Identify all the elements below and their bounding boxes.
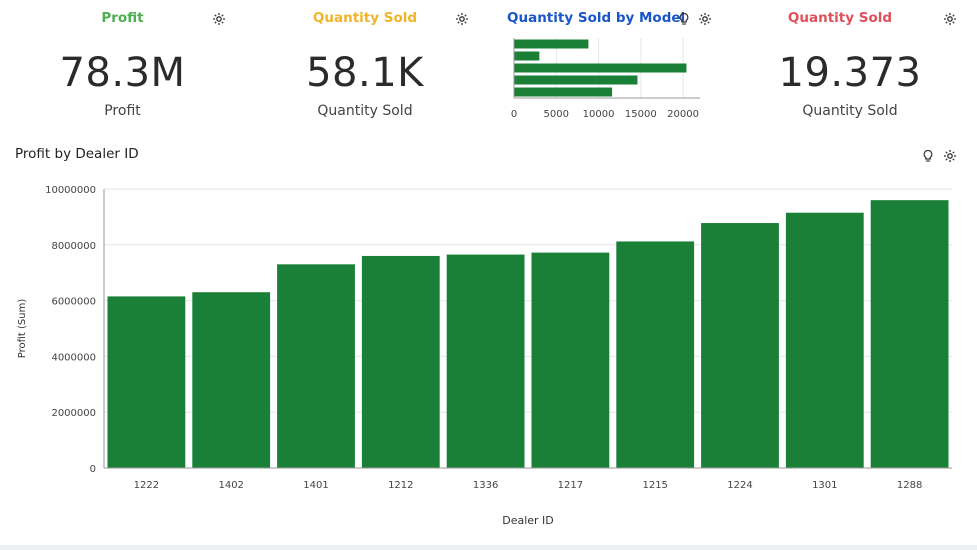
kpi-title: Quantity Sold (787, 10, 893, 26)
kpi-tile-profit: Profit 78.3M Profit (0, 0, 245, 130)
kpi-tile-quantity-sold-2: Quantity Sold 19.373 Quantity Sold (730, 0, 977, 130)
mini-bar (514, 39, 589, 49)
bar (446, 254, 525, 468)
y-tick-label: 6000000 (51, 297, 96, 308)
kpi-value: 19.373 (778, 50, 922, 96)
settings-icon[interactable] (943, 11, 957, 25)
y-axis-label: Profit (Sum) (17, 299, 28, 359)
mini-x-tick-label: 15000 (625, 109, 657, 120)
mini-x-tick-label: 20000 (667, 109, 699, 120)
settings-icon[interactable] (455, 11, 469, 25)
kpi-title: Quantity Sold (312, 10, 418, 26)
lightbulb-icon[interactable] (921, 148, 935, 162)
mini-chart-tile: Quantity Sold by Model 0 5000 10000 15000 20… (490, 0, 730, 130)
mini-x-tick-label: 0 (511, 109, 517, 120)
bar (785, 212, 864, 468)
kpi-title: Profit (101, 10, 144, 26)
x-tick-label: 1288 (897, 480, 922, 491)
y-tick-label: 2000000 (51, 408, 96, 419)
x-tick-label: 1224 (727, 480, 752, 491)
x-axis-label: Dealer ID (502, 514, 554, 527)
bar (701, 223, 779, 468)
y-tick-label: 8000000 (51, 241, 96, 252)
mini-bar (514, 87, 613, 97)
x-tick-label: 1215 (642, 480, 667, 491)
mini-bar-chart: 0 5000 10000 15000 20000 (511, 38, 700, 120)
x-tick-label: 1401 (303, 480, 328, 491)
settings-icon[interactable] (943, 148, 957, 162)
kpi-label: Quantity Sold (802, 103, 898, 119)
kpi-value: 78.3M (59, 50, 186, 96)
bar (107, 296, 186, 468)
kpi-tile-quantity-sold: Quantity Sold 58.1K Quantity Sold (245, 0, 490, 130)
kpi-value: 58.1K (306, 50, 424, 96)
kpi-label: Profit (104, 103, 141, 119)
bar (361, 255, 440, 468)
mini-bar (514, 63, 687, 73)
y-tick-label: 4000000 (51, 352, 96, 363)
mini-bar (514, 75, 638, 85)
x-tick-label: 1212 (388, 480, 413, 491)
bar (870, 200, 949, 468)
y-tick-label: 0 (90, 464, 96, 475)
main-chart-title: Profit by Dealer ID (15, 146, 139, 162)
bar (531, 252, 610, 468)
bar (616, 241, 695, 468)
x-tick-label: 1336 (473, 480, 498, 491)
profit-by-dealer-chart: 0 2000000 4000000 6000000 8000000 10000000 122… (17, 185, 952, 527)
mini-bar (514, 51, 540, 61)
x-tick-label: 1217 (558, 480, 583, 491)
mini-x-tick-label: 10000 (583, 109, 615, 120)
y-tick-label: 10000000 (45, 185, 96, 196)
x-tick-label: 1301 (812, 480, 837, 491)
bottom-strip (0, 545, 977, 550)
kpi-label: Quantity Sold (317, 103, 413, 119)
x-tick-label: 1402 (218, 480, 243, 491)
bar (277, 264, 355, 468)
x-tick-label: 1222 (134, 480, 159, 491)
settings-icon[interactable] (212, 11, 226, 25)
mini-x-tick-label: 5000 (544, 109, 569, 120)
bar (192, 292, 271, 468)
